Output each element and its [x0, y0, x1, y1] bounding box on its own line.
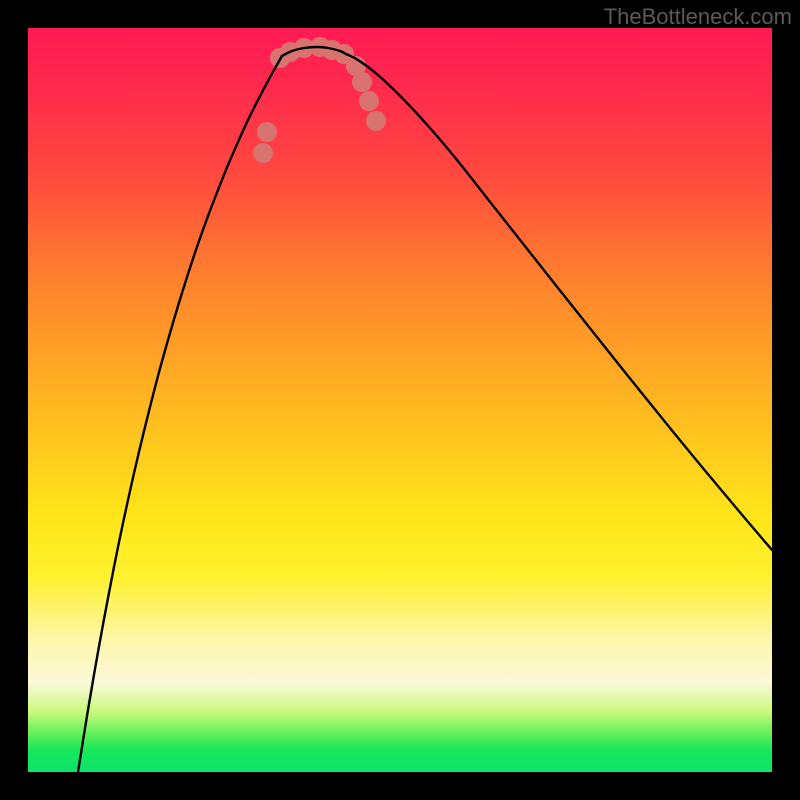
data-marker [359, 91, 379, 111]
chart-frame: TheBottleneck.com [0, 0, 800, 800]
curve-paths [78, 47, 772, 772]
curve-right-curve [346, 54, 772, 550]
data-marker [352, 72, 372, 92]
watermark-text: TheBottleneck.com [604, 4, 792, 30]
curve-left-curve [78, 56, 282, 772]
plot-area [28, 28, 772, 772]
data-marker [257, 122, 277, 142]
data-marker [366, 111, 386, 131]
data-markers [253, 37, 386, 163]
data-marker [253, 143, 273, 163]
curve-layer [28, 28, 772, 772]
